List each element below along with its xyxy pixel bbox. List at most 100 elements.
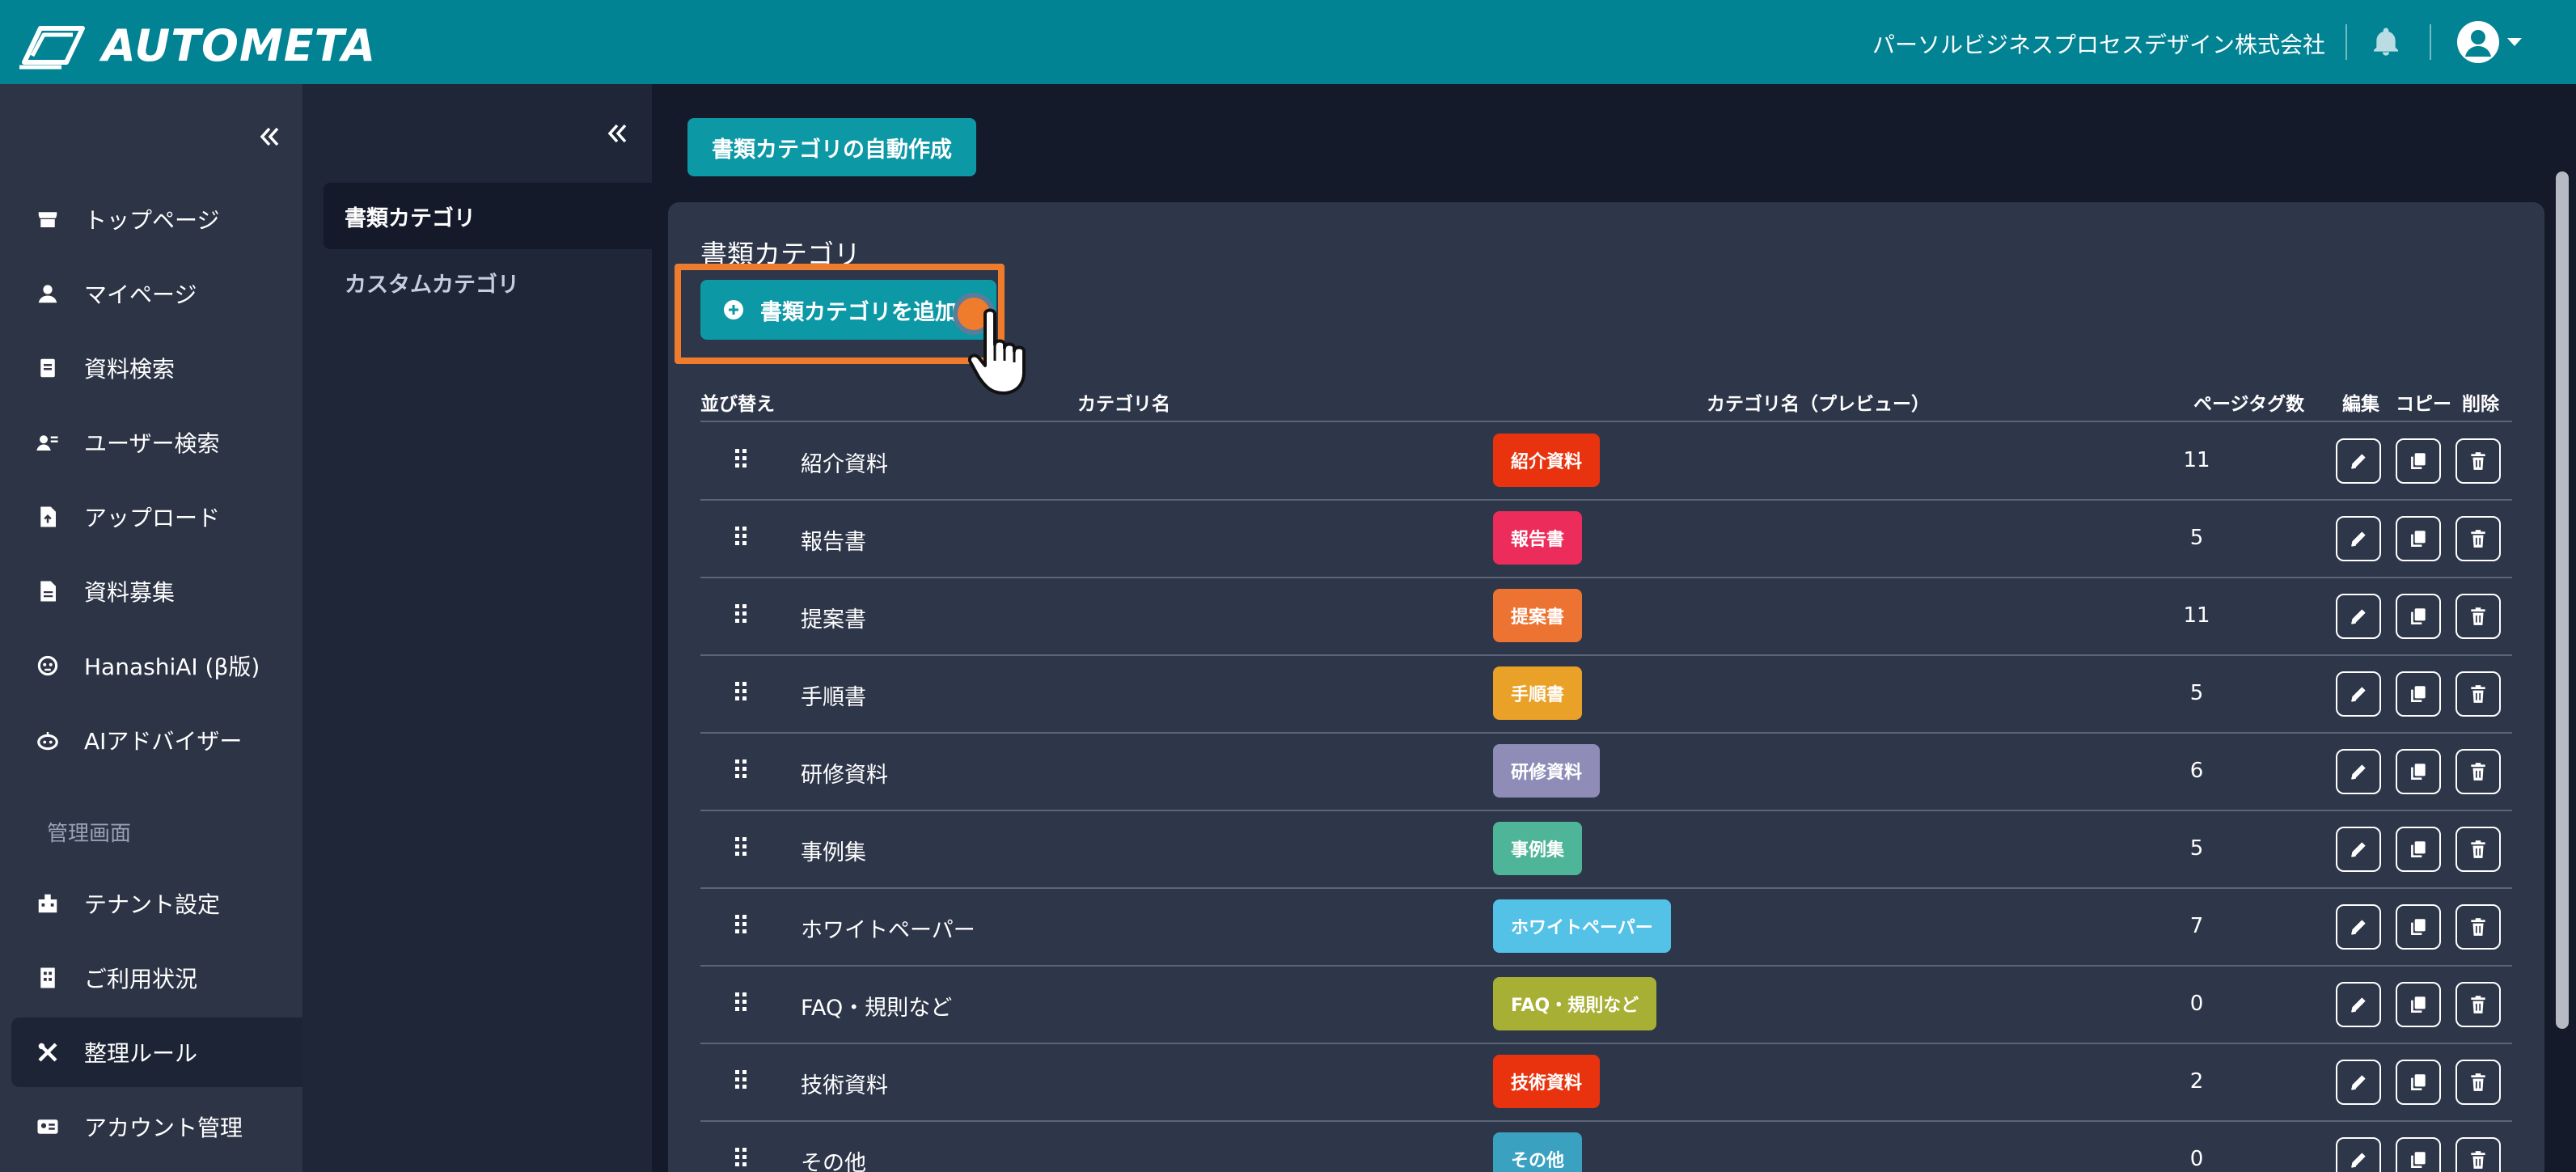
tools-icon [38, 1043, 57, 1062]
add-category-button[interactable]: 書類カテゴリを追加 [700, 280, 996, 340]
drag-handle-icon[interactable] [733, 446, 749, 471]
table-row: 研修資料 研修資料 6 [700, 733, 2512, 810]
bell-icon[interactable] [2370, 26, 2402, 58]
user-menu[interactable] [2457, 21, 2523, 63]
header-edit: 編集 [2342, 394, 2379, 415]
delete-button[interactable] [2455, 1060, 2501, 1105]
category-name: 研修資料 [801, 763, 888, 788]
sidebar-item-label: 整理ルール [84, 1040, 198, 1067]
collapse-sidebar-icon[interactable] [256, 123, 283, 150]
delete-button[interactable] [2455, 904, 2501, 950]
sidebar-item-account-management[interactable]: アカウント管理 [11, 1092, 302, 1161]
edit-button[interactable] [2336, 1060, 2381, 1105]
sidebar-item-label: AIアドバイザー [84, 728, 243, 755]
sidebar-item-usage[interactable]: ご利用状況 [11, 943, 302, 1013]
sidebar-item-label: 資料検索 [84, 356, 176, 383]
sidebar-item-tenant-settings[interactable]: テナント設定 [11, 869, 302, 938]
office-building-icon [40, 967, 55, 988]
trash-icon [2468, 839, 2489, 860]
copy-button[interactable] [2396, 594, 2441, 639]
drag-handle-icon[interactable] [733, 524, 749, 548]
copy-icon [2408, 1149, 2429, 1170]
sidebar-item-top-page[interactable]: トップページ [11, 184, 302, 254]
sidebar-item-hanashiai[interactable]: HanashiAI (β版) [11, 631, 302, 700]
header-divider [2345, 24, 2347, 60]
category-badge: 提案書 [1493, 589, 1583, 642]
collapse-subnav-icon[interactable] [603, 120, 631, 147]
sidebar-item-my-page[interactable]: マイページ [11, 259, 302, 328]
user-avatar-icon [2465, 30, 2491, 57]
copy-icon [2408, 916, 2429, 937]
sidebar-item-ai-advisor[interactable]: AIアドバイザー [11, 705, 302, 775]
header-category-name: カテゴリ名 [1077, 394, 1170, 415]
edit-button[interactable] [2336, 516, 2381, 561]
chat-bot-icon [37, 655, 58, 676]
header-sort: 並び替え [700, 394, 775, 415]
category-badge: 技術資料 [1493, 1055, 1601, 1108]
drag-handle-icon[interactable] [733, 679, 749, 704]
copy-button[interactable] [2396, 1060, 2441, 1105]
edit-button[interactable] [2336, 904, 2381, 950]
delete-button[interactable] [2455, 1137, 2501, 1172]
copy-button[interactable] [2396, 904, 2441, 950]
page-tag-count: 0 [2189, 992, 2204, 1016]
scrollbar-thumb[interactable] [2556, 171, 2569, 1029]
sidebar-item-label: HanashiAI (β版) [84, 654, 260, 680]
sidebar-item-user-search[interactable]: ユーザー検索 [11, 408, 302, 477]
copy-button[interactable] [2396, 827, 2441, 872]
sidebar-item-upload[interactable]: アップロード [11, 482, 302, 552]
copy-button[interactable] [2396, 1137, 2441, 1172]
drag-handle-icon[interactable] [733, 1145, 749, 1170]
edit-button[interactable] [2336, 827, 2381, 872]
delete-button[interactable] [2455, 749, 2501, 794]
sidebar-item-label: アカウント管理 [84, 1115, 243, 1141]
sidebar-item-label: トップページ [84, 207, 220, 234]
delete-button[interactable] [2455, 516, 2501, 561]
drag-handle-icon[interactable] [733, 990, 749, 1014]
copy-icon [2408, 839, 2429, 860]
edit-button[interactable] [2336, 671, 2381, 717]
header-delete: 削除 [2462, 394, 2499, 415]
drag-handle-icon[interactable] [733, 835, 749, 859]
delete-button[interactable] [2455, 438, 2501, 484]
edit-button[interactable] [2336, 749, 2381, 794]
edit-button[interactable] [2336, 982, 2381, 1027]
robot-icon [37, 732, 58, 751]
auto-create-category-button[interactable]: 書類カテゴリの自動作成 [687, 118, 976, 176]
delete-button[interactable] [2455, 594, 2501, 639]
company-name: パーソルビジネスプロセスデザイン株式会社 [1872, 32, 2325, 58]
header-divider [2430, 24, 2431, 60]
category-badge: 事例集 [1493, 822, 1583, 875]
drag-handle-icon[interactable] [733, 757, 749, 781]
copy-button[interactable] [2396, 438, 2441, 484]
sidebar-item-document-search[interactable]: 資料検索 [11, 333, 302, 403]
category-badge: 研修資料 [1493, 744, 1601, 798]
delete-button[interactable] [2455, 827, 2501, 872]
drag-handle-icon[interactable] [733, 912, 749, 937]
delete-button[interactable] [2455, 982, 2501, 1027]
logo[interactable]: AUTOMETA [16, 19, 376, 71]
sub-navigation: 書類カテゴリ カスタムカテゴリ [302, 84, 652, 1172]
edit-button[interactable] [2336, 594, 2381, 639]
delete-button[interactable] [2455, 671, 2501, 717]
category-name: 報告書 [801, 530, 866, 555]
copy-button[interactable] [2396, 516, 2441, 561]
drag-handle-icon[interactable] [733, 1068, 749, 1092]
edit-button[interactable] [2336, 438, 2381, 484]
subnav-item-custom-category[interactable]: カスタムカテゴリ [324, 249, 652, 315]
user-search-icon [36, 435, 58, 451]
page-tag-count: 5 [2189, 836, 2204, 861]
sidebar-item-organize-rules[interactable]: 整理ルール [11, 1018, 302, 1087]
copy-button[interactable] [2396, 982, 2441, 1027]
copy-button[interactable] [2396, 749, 2441, 794]
copy-button[interactable] [2396, 671, 2441, 717]
sidebar-item-document-request[interactable]: 資料募集 [11, 556, 302, 626]
page-tag-count: 11 [2183, 603, 2210, 628]
drag-handle-icon[interactable] [733, 602, 749, 626]
edit-button[interactable] [2336, 1137, 2381, 1172]
category-panel: 書類カテゴリ 書類カテゴリを追加 並び替え カテゴリ名 カテゴリ名（プレビュー）… [668, 202, 2544, 1172]
subnav-item-document-category[interactable]: 書類カテゴリ [324, 183, 652, 249]
building-settings-icon [38, 894, 57, 913]
table-row: 事例集 事例集 5 [700, 810, 2512, 888]
pencil-icon [2348, 451, 2369, 472]
